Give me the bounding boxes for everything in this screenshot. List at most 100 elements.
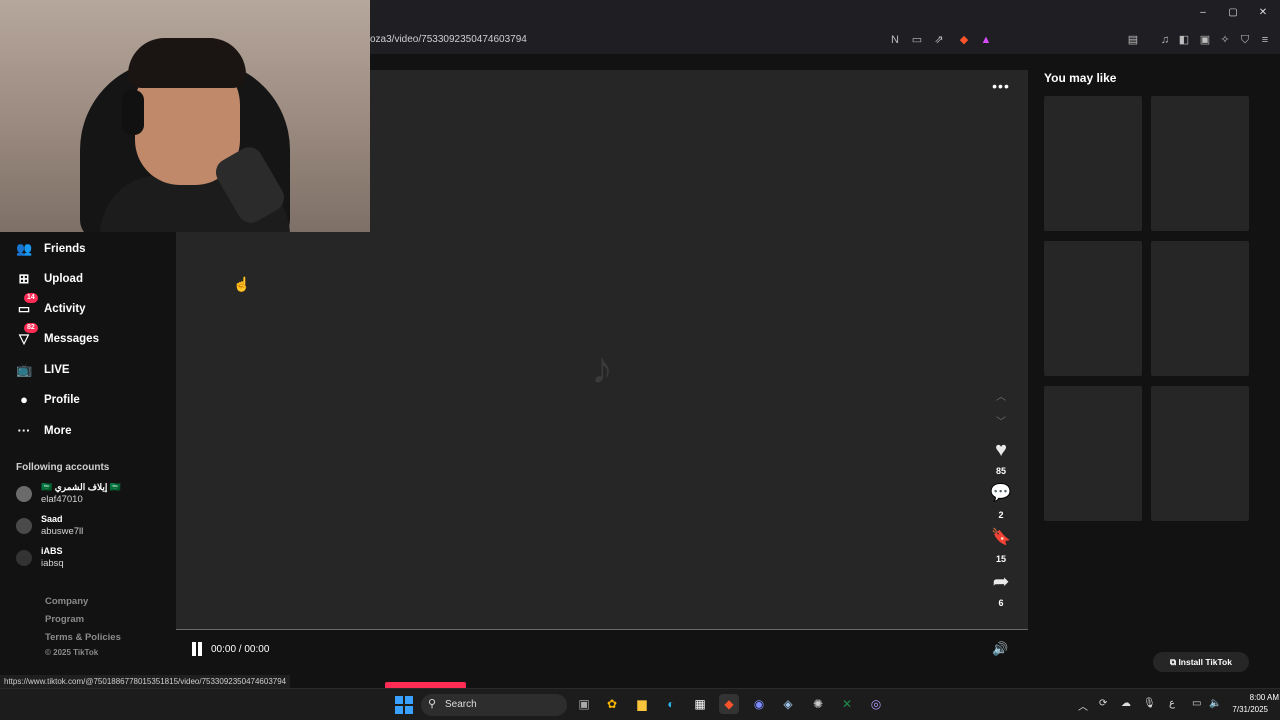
- reader-mode-icon[interactable]: N: [888, 33, 902, 47]
- store-icon[interactable]: ▦: [690, 694, 710, 714]
- account-handle: iabsq: [41, 558, 64, 569]
- sidebar-item-upload[interactable]: ⊞ Upload: [16, 267, 166, 291]
- bookmark-icon[interactable]: 🔖: [988, 526, 1014, 550]
- language-indicator[interactable]: ع: [1169, 698, 1175, 709]
- sidebar-item-label: LIVE: [44, 364, 70, 376]
- following-accounts-title: Following accounts: [16, 462, 110, 473]
- task-view-icon[interactable]: ▣: [574, 694, 594, 714]
- taskbar-search-label[interactable]: Search: [445, 699, 477, 710]
- clock-time[interactable]: 8:00 AM: [1229, 693, 1279, 702]
- live-icon: 📺: [16, 362, 33, 377]
- player-controls: [176, 630, 1028, 668]
- bookmark-count: 15: [995, 554, 1006, 564]
- playback-time: 00:00 / 00:00: [211, 644, 270, 655]
- speaker-icon[interactable]: 🔈: [1209, 698, 1221, 709]
- obs-icon[interactable]: ◎: [866, 694, 886, 714]
- more-icon: ···: [17, 423, 31, 438]
- messages-icon: ▽ 82: [16, 323, 38, 347]
- comment-icon[interactable]: 💬: [988, 481, 1014, 505]
- sidebar-item-friends[interactable]: 👥 Friends: [16, 237, 166, 261]
- sidebar-item-label: Friends: [44, 243, 86, 255]
- copyright: © 2025 TikTok: [45, 648, 99, 657]
- tiktok-logo-icon: ♪: [591, 344, 613, 393]
- recommendation-thumbnail[interactable]: [1151, 96, 1249, 231]
- avatar: [16, 486, 32, 502]
- activity-icon: ▭ 14: [16, 293, 38, 317]
- music-icon[interactable]: ♫: [1158, 33, 1172, 47]
- footer-link-program[interactable]: Program: [45, 614, 84, 625]
- sidebar-item-more[interactable]: ··· More: [16, 419, 166, 443]
- chatgpt-icon[interactable]: ✺: [808, 694, 828, 714]
- sidebar-item-label: Upload: [44, 273, 83, 285]
- account-name: 🇸🇦 إيلاف الشمري 🇸🇦: [41, 482, 122, 492]
- notification-badge: 14: [24, 293, 38, 303]
- copilot-icon[interactable]: ✿: [602, 694, 622, 714]
- recommendation-thumbnail[interactable]: [1151, 386, 1249, 521]
- maximize-icon[interactable]: ▢: [1223, 6, 1243, 20]
- share-icon[interactable]: ➦: [988, 570, 1014, 594]
- wallet-icon[interactable]: ▣: [1198, 33, 1212, 47]
- sidebar-item-messages[interactable]: ▽ 82 Messages: [16, 323, 166, 351]
- sidebar-item-label: Profile: [44, 394, 80, 406]
- brave-rewards-icon[interactable]: ▲: [979, 33, 993, 47]
- cast-icon[interactable]: ▭: [910, 33, 924, 47]
- comment-count: 2: [998, 510, 1004, 520]
- more-options-icon[interactable]: •••: [990, 78, 1012, 96]
- webcam-overlay: [0, 0, 370, 232]
- following-account-row[interactable]: 🇸🇦 إيلاف الشمري 🇸🇦 elaf47010: [16, 482, 166, 510]
- network-icon[interactable]: ▭: [1192, 698, 1201, 709]
- vpn-shield-icon[interactable]: ⛉: [1238, 33, 1252, 47]
- install-tiktok-button[interactable]: ⧉ Install TikTok: [1153, 652, 1249, 672]
- recommendation-thumbnail[interactable]: [1044, 96, 1142, 231]
- recommendation-thumbnail[interactable]: [1151, 241, 1249, 376]
- sidebar-item-label: Messages: [44, 333, 99, 345]
- excel-icon[interactable]: ✕: [837, 694, 857, 714]
- taskbar-search-box[interactable]: [421, 694, 567, 716]
- following-account-row[interactable]: Saad abuswe7ll: [16, 514, 166, 542]
- steam-icon[interactable]: ◈: [778, 694, 798, 714]
- account-name: iABS: [41, 546, 63, 556]
- sidebar-item-label: More: [44, 425, 72, 437]
- footer-link-terms[interactable]: Terms & Policies: [45, 632, 121, 643]
- media-icon[interactable]: ▤: [1126, 33, 1140, 47]
- brave-icon[interactable]: ◆: [719, 694, 739, 714]
- discord-icon[interactable]: ◉: [749, 694, 769, 714]
- account-name: Saad: [41, 514, 63, 524]
- account-handle: elaf47010: [41, 494, 83, 505]
- volume-icon[interactable]: 🔊: [992, 642, 1010, 656]
- leo-ai-icon[interactable]: ✧: [1218, 33, 1232, 47]
- address-bar-url[interactable]: oza3/video/7533092350474603794: [370, 34, 527, 45]
- windows-start-icon[interactable]: [395, 696, 413, 714]
- mouse-cursor: ☝: [233, 276, 251, 292]
- sidebar-item-profile[interactable]: ● Profile: [16, 388, 166, 412]
- share-page-icon[interactable]: ⇗: [932, 33, 946, 47]
- sidebar-item-live[interactable]: 📺 LIVE: [16, 358, 166, 382]
- sidebar-item-activity[interactable]: ▭ 14 Activity: [16, 293, 166, 321]
- sidebar-toggle-icon[interactable]: ◧: [1177, 33, 1191, 47]
- heart-icon[interactable]: ♥: [988, 438, 1014, 462]
- next-video-icon[interactable]: ﹀: [993, 413, 1009, 428]
- clock-date[interactable]: 7/31/2025: [1224, 705, 1268, 714]
- search-icon: ⚲: [428, 698, 437, 710]
- account-handle: abuswe7ll: [41, 526, 84, 537]
- minimize-icon[interactable]: –: [1193, 6, 1213, 20]
- brave-shields-icon[interactable]: ◆: [957, 33, 971, 47]
- sidebar-item-label: Activity: [44, 303, 86, 315]
- notification-badge: 82: [24, 323, 38, 333]
- following-account-row[interactable]: iABS iabsq: [16, 546, 166, 574]
- link-status-url: https://www.tiktok.com/@7501886778015351…: [0, 675, 291, 688]
- tray-overflow-icon[interactable]: ︿: [1078, 698, 1088, 713]
- menu-icon[interactable]: ≡: [1258, 33, 1272, 47]
- recommendation-thumbnail[interactable]: [1044, 386, 1142, 521]
- avatar: [16, 518, 32, 534]
- recommendation-thumbnail[interactable]: [1044, 241, 1142, 376]
- edge-icon[interactable]: ◐: [661, 694, 681, 714]
- close-window-icon[interactable]: ✕: [1253, 6, 1273, 20]
- footer-link-company[interactable]: Company: [45, 596, 88, 607]
- microphone-icon[interactable]: 🎙: [1143, 698, 1156, 709]
- cloud-icon[interactable]: ☁: [1121, 698, 1131, 709]
- pause-icon[interactable]: [190, 642, 204, 656]
- previous-video-icon[interactable]: ︿: [993, 388, 1009, 403]
- file-explorer-icon[interactable]: ▆: [632, 694, 652, 714]
- sync-icon[interactable]: ⟳: [1099, 698, 1107, 709]
